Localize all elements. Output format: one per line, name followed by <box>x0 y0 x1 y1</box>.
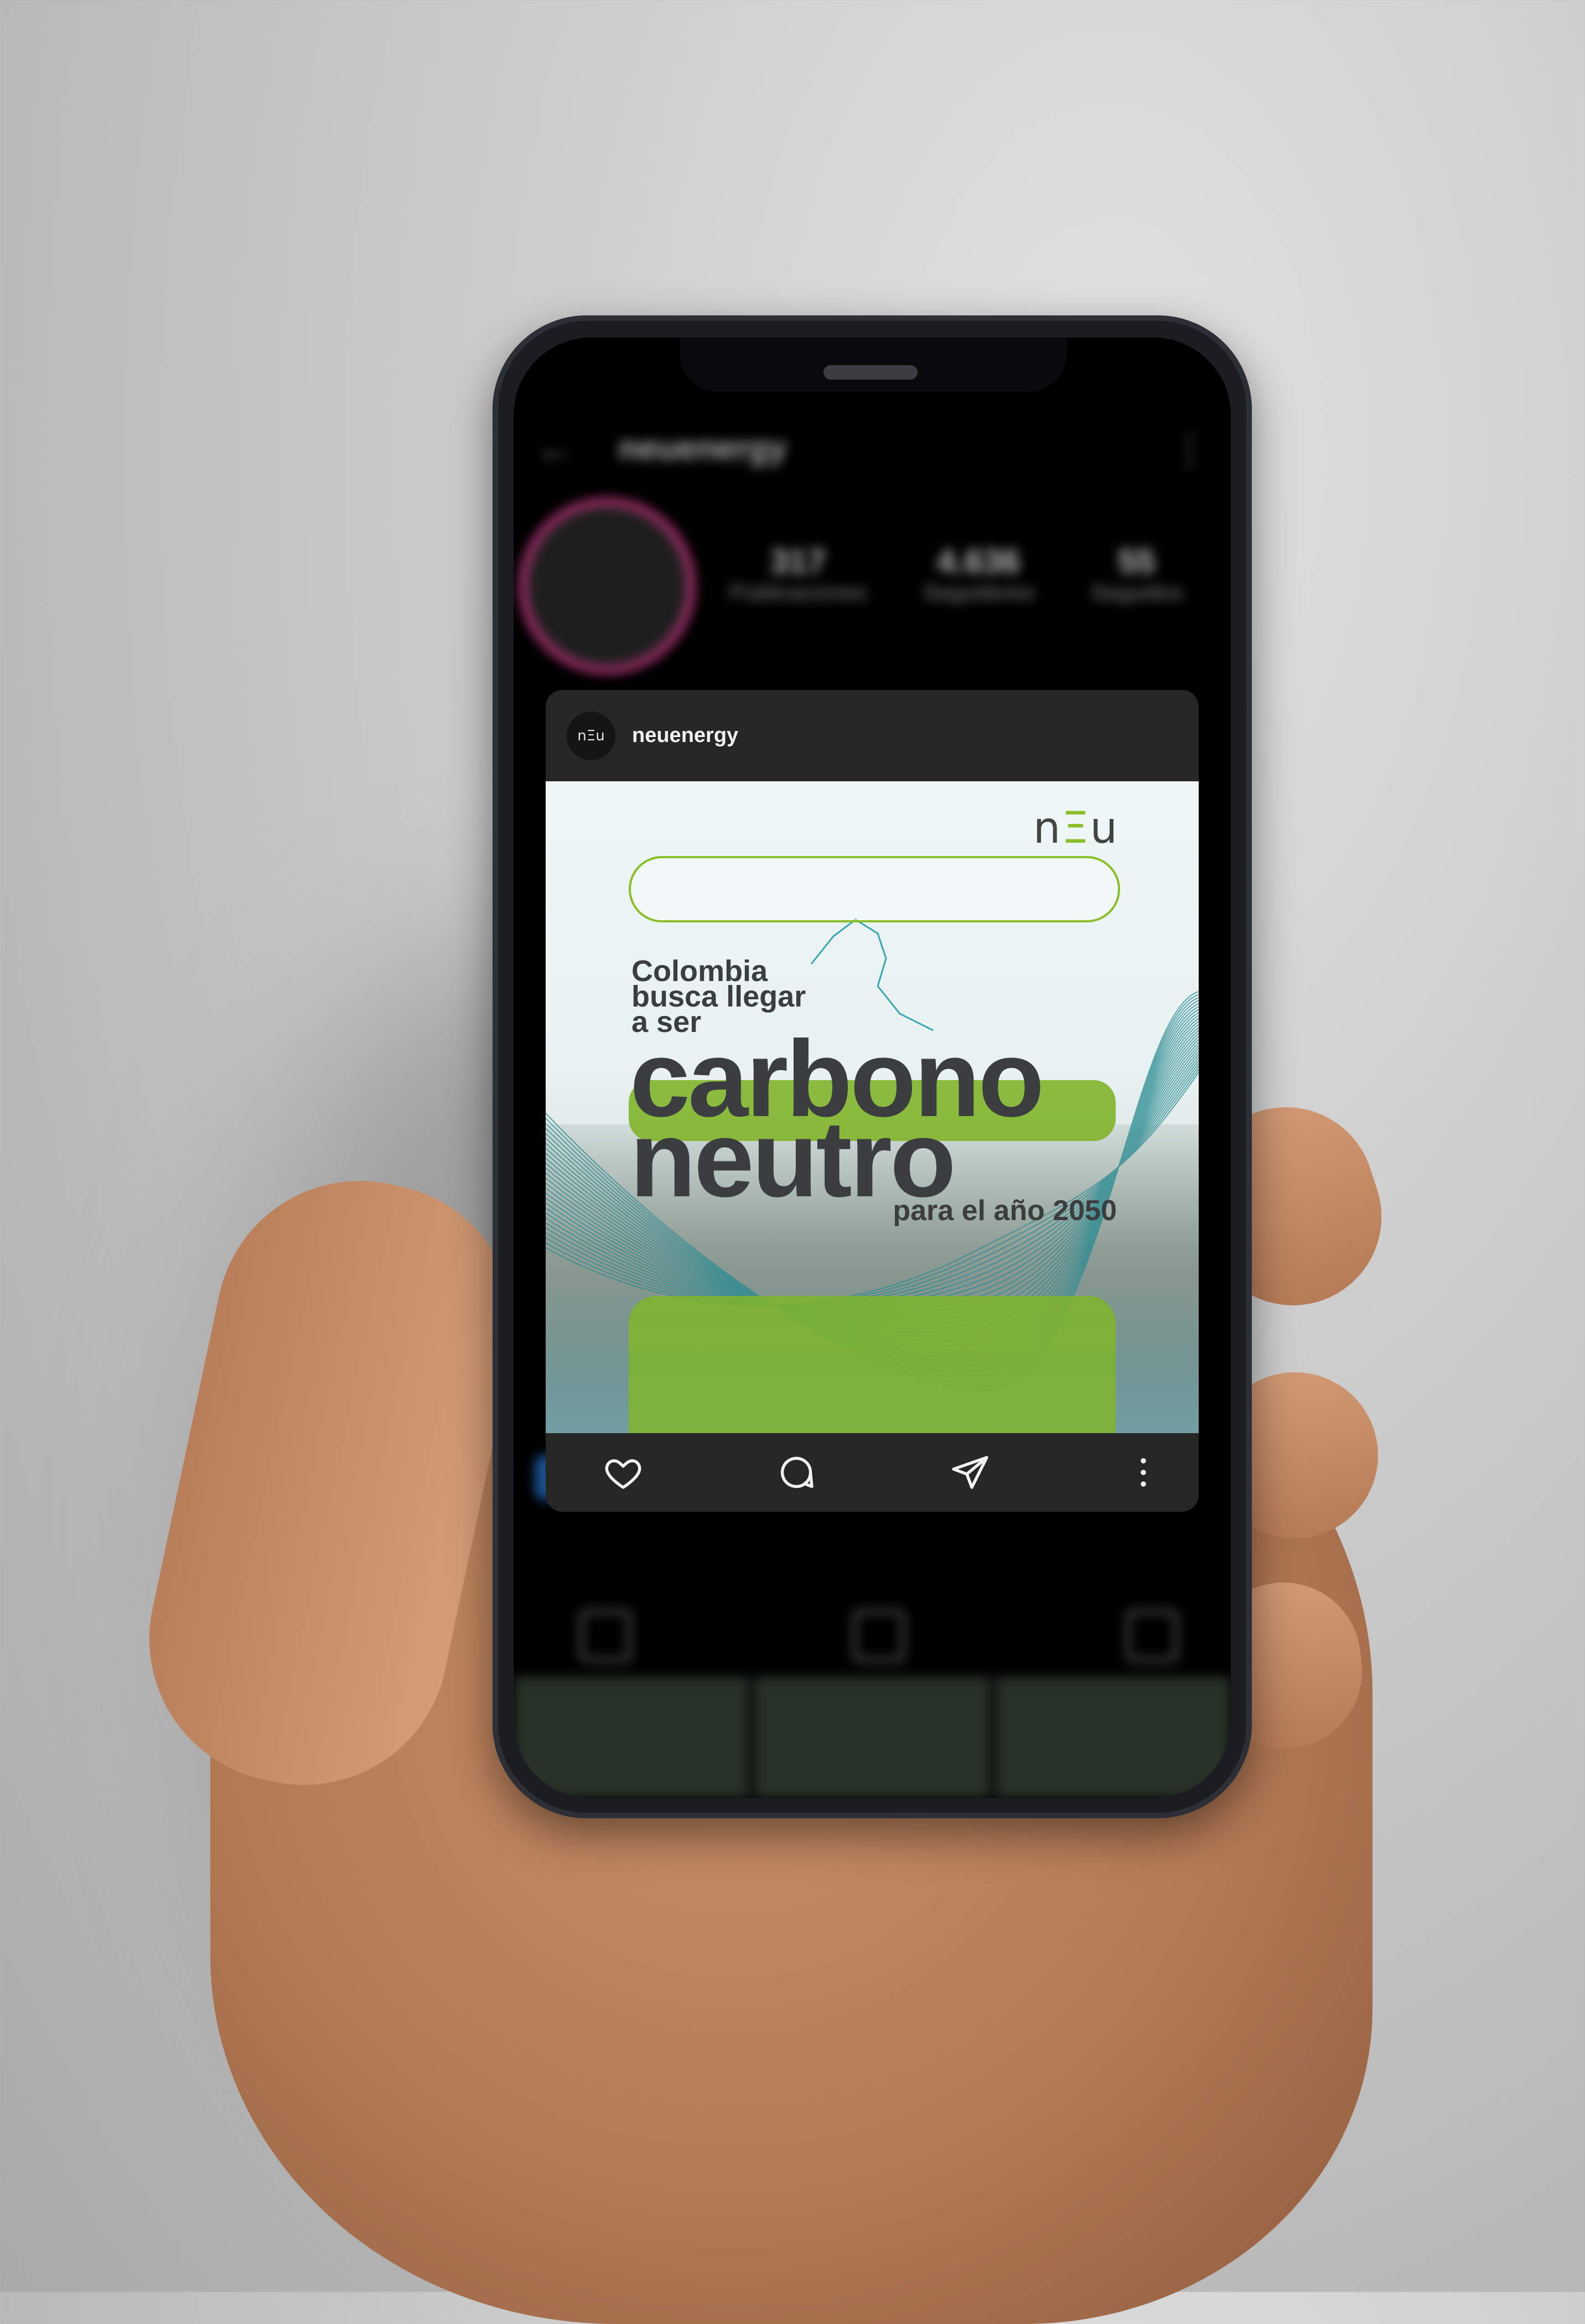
profile-grid <box>514 1677 1231 1798</box>
pill-outline-shape <box>629 856 1120 922</box>
grid-icon[interactable] <box>580 1610 631 1661</box>
stat-followers[interactable]: 4.636 Seguidores <box>923 542 1034 605</box>
grid-thumbnail[interactable] <box>995 1677 1231 1798</box>
post-avatar[interactable]: nΞu <box>567 711 615 760</box>
reels-icon[interactable] <box>853 1610 904 1661</box>
profile-stats: 317 Publicaciones 4.636 Seguidores 55 Se… <box>702 542 1211 605</box>
post-image[interactable]: nΞu Colombia busca llegar a ser carbono … <box>546 781 1199 1433</box>
more-options-button[interactable] <box>1121 1450 1166 1495</box>
share-icon <box>951 1456 988 1489</box>
neu-logo: nΞu <box>1033 803 1118 853</box>
green-bottom-block <box>629 1296 1116 1433</box>
post-username[interactable]: neuenergy <box>632 724 738 748</box>
post-actions-bar <box>546 1433 1199 1512</box>
phone: ← neuenergy ⋮ 317 Publicaciones 4.636 Se… <box>493 315 1252 1818</box>
more-icon[interactable]: ⋮ <box>1170 426 1209 471</box>
tagged-icon[interactable] <box>1127 1610 1178 1661</box>
post-preview-card[interactable]: nΞu neuenergy nΞu Colombia busca llegar … <box>546 690 1199 1512</box>
grid-thumbnail[interactable] <box>754 1677 990 1798</box>
more-icon <box>1141 1458 1146 1487</box>
profile-avatar[interactable] <box>519 498 695 674</box>
comment-icon <box>781 1456 814 1488</box>
phone-screen: ← neuenergy ⋮ 317 Publicaciones 4.636 Se… <box>514 338 1231 1798</box>
post-header: nΞu neuenergy <box>546 690 1199 781</box>
heart-icon <box>605 1459 641 1489</box>
phone-notch <box>680 338 1067 392</box>
share-button[interactable] <box>948 1450 992 1495</box>
profile-tabs <box>580 1610 1178 1661</box>
like-button[interactable] <box>601 1450 645 1495</box>
grid-thumbnail[interactable] <box>514 1677 749 1798</box>
stat-posts[interactable]: 317 Publicaciones <box>730 542 867 605</box>
stat-following[interactable]: 55 Seguidos <box>1091 542 1183 605</box>
phone-speaker <box>823 365 918 380</box>
profile-username: neuenergy <box>619 429 787 466</box>
comment-button[interactable] <box>774 1450 819 1495</box>
headline-subline: para el año 2050 <box>893 1195 1117 1227</box>
back-arrow-icon[interactable]: ← <box>536 426 574 470</box>
